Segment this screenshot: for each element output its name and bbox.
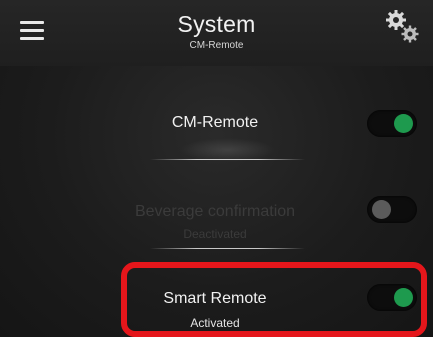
divider (150, 159, 305, 160)
toggle-knob (394, 114, 413, 133)
highlight-box (121, 262, 427, 337)
setting-status: Deactivated (183, 227, 247, 241)
setting-label: Beverage confirmation (134, 203, 296, 220)
app-screen: System CM-Remote CM-Remote Beverage conf… (0, 0, 433, 337)
beverage-confirmation-toggle[interactable] (367, 196, 417, 223)
setting-row-cm-remote: CM-Remote (0, 100, 433, 170)
cm-remote-toggle[interactable] (367, 110, 417, 137)
divider (150, 248, 305, 249)
page-subtitle: CM-Remote (189, 40, 244, 51)
toggle-knob (372, 200, 391, 219)
page-title: System (177, 11, 256, 37)
gears-icon[interactable] (382, 8, 424, 48)
setting-row-beverage-confirmation: Beverage confirmation Deactivated (0, 190, 433, 260)
setting-label: CM-Remote (171, 114, 259, 131)
header-bar: System CM-Remote (0, 0, 433, 66)
